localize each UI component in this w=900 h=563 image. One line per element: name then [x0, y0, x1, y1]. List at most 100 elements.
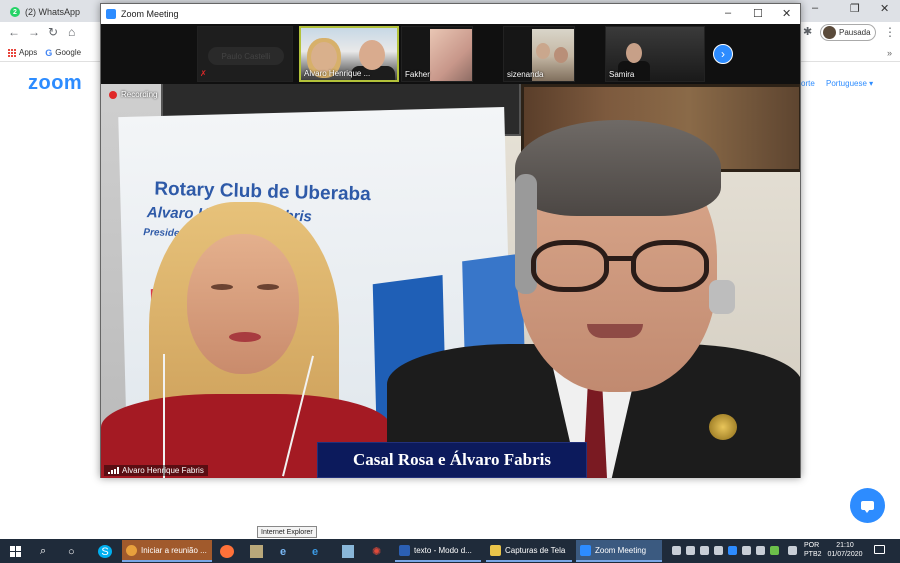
rotary-pin: [709, 414, 737, 440]
active-speaker-name: Alvaro Henrique Fabris: [122, 466, 204, 475]
media-player-icon[interactable]: [250, 545, 263, 558]
participant-video: [311, 42, 337, 72]
reload-icon[interactable]: ↻: [48, 25, 58, 39]
tray-icon[interactable]: [770, 546, 779, 555]
taskbar-app-word[interactable]: texto - Modo d...: [395, 540, 481, 562]
task-view-icon[interactable]: ○: [68, 545, 75, 558]
tray-icon[interactable]: [700, 546, 709, 555]
zoom-minimize-button[interactable]: –: [725, 7, 731, 19]
taskbar-app-label: Zoom Meeting: [595, 545, 647, 555]
taskbar-app-label: Capturas de Tela: [505, 545, 566, 555]
zoom-tray-icon[interactable]: [728, 546, 737, 555]
taskbar-app-zoom[interactable]: Zoom Meeting: [576, 540, 662, 562]
tray-icon[interactable]: [672, 546, 681, 555]
bookmark-google[interactable]: G Google: [45, 48, 81, 58]
active-speaker-video[interactable]: Rotary Club de Uberaba Alvaro Henrique F…: [101, 84, 800, 478]
back-icon[interactable]: ←: [8, 25, 20, 39]
person-woman-face: [187, 234, 299, 374]
firefox-icon[interactable]: [220, 545, 234, 558]
participant-video: [554, 47, 568, 63]
skype-icon[interactable]: S: [98, 545, 112, 558]
chat-bubble-icon: [861, 501, 874, 513]
participant-name: Alvaro Henrique ...: [304, 69, 371, 78]
browser-close-button[interactable]: ✕: [880, 2, 889, 15]
keyboard-layout: PTB2: [804, 551, 822, 558]
clock-time: 21:10: [836, 542, 854, 549]
zoom-app-icon: [580, 544, 591, 556]
glasses: [631, 240, 709, 292]
recording-label: Recording: [121, 90, 158, 99]
headset: [709, 280, 735, 314]
participant-video: [626, 43, 642, 63]
participant-name: sizenanda: [507, 70, 544, 79]
tray-icon[interactable]: [742, 546, 751, 555]
participant-name-placeholder: Paulo Castelli: [208, 47, 284, 65]
app-icon[interactable]: [342, 545, 354, 558]
input-language[interactable]: POR PTB2: [804, 541, 822, 559]
zoom-titlebar: Zoom Meeting – ☐ ✕: [101, 4, 800, 24]
bookmark-label: Google: [55, 48, 82, 57]
taskbar-tooltip: Internet Explorer: [257, 526, 317, 538]
home-icon[interactable]: ⌂: [68, 25, 75, 39]
person-man-hair: [515, 120, 721, 216]
bookmarks-overflow-button[interactable]: »: [887, 48, 892, 58]
taskbar-clock[interactable]: 21:10 01/07/2020: [825, 541, 865, 559]
apps-grid-icon: [8, 48, 16, 57]
desktop: 2 (2) WhatsApp – ❐ ✕ ← → ↻ ⌂ ✱ Pausada ⋮…: [0, 0, 900, 563]
browser-menu-icon[interactable]: ⋮: [884, 25, 896, 39]
bookmark-apps[interactable]: Apps: [8, 48, 37, 57]
recording-dot-icon: [109, 90, 117, 99]
edge-icon[interactable]: e: [312, 545, 318, 558]
extensions-icon[interactable]: ✱: [803, 25, 812, 38]
gallery-next-button[interactable]: ›: [713, 44, 733, 64]
tray-icon[interactable]: [756, 546, 765, 555]
app-icon[interactable]: ✺: [372, 545, 381, 558]
participant-tile[interactable]: Paulo Castelli ✗: [197, 26, 293, 82]
glasses: [531, 240, 609, 292]
zoom-close-button[interactable]: ✕: [782, 7, 791, 20]
chat-button[interactable]: [850, 488, 885, 523]
avatar: [823, 26, 836, 39]
tray-icon[interactable]: [686, 546, 695, 555]
person-woman-lips: [229, 332, 261, 342]
language-selector[interactable]: Portuguese ▾: [826, 79, 873, 88]
participant-name: Samira: [609, 70, 635, 79]
profile-status: Pausada: [839, 28, 871, 37]
participant-tile-active[interactable]: Alvaro Henrique ...: [299, 26, 399, 82]
participant-tile[interactable]: sizenanda: [503, 26, 575, 82]
zoom-meeting-window: Zoom Meeting – ☐ ✕ Paulo Castelli ✗ Alva…: [100, 3, 801, 478]
participant-tile[interactable]: Fakher: [401, 26, 473, 82]
tray-icon[interactable]: [714, 546, 723, 555]
browser-tab-title: (2) WhatsApp: [25, 7, 81, 17]
active-speaker-label: Alvaro Henrique Fabris: [104, 465, 208, 476]
muted-mic-icon: ✗: [200, 69, 207, 78]
taskbar-app-label: texto - Modo d...: [414, 545, 472, 555]
profile-button[interactable]: Pausada: [820, 24, 876, 41]
search-icon[interactable]: ⌕: [40, 545, 46, 558]
chrome-icon: [126, 544, 137, 556]
zoom-maximize-button[interactable]: ☐: [753, 7, 763, 20]
forward-icon[interactable]: →: [28, 25, 40, 39]
internet-explorer-icon[interactable]: e: [280, 545, 286, 558]
notifications-icon[interactable]: [874, 545, 885, 554]
participant-name: Fakher: [405, 70, 430, 79]
zoom-logo[interactable]: zoom: [28, 72, 82, 95]
folder-icon: [490, 544, 501, 556]
support-link[interactable]: orte: [801, 79, 815, 88]
participant-video: [536, 43, 550, 59]
browser-tab-whatsapp[interactable]: 2 (2) WhatsApp: [6, 2, 96, 22]
taskbar-app-chrome[interactable]: Iniciar a reunião ...: [122, 540, 212, 562]
windows-icon: [10, 546, 21, 557]
taskbar-app-label: Iniciar a reunião ...: [141, 545, 207, 555]
signal-strength-icon: [108, 467, 119, 474]
participant-tile[interactable]: Samira: [605, 26, 705, 82]
start-button[interactable]: [10, 545, 21, 558]
browser-minimize-button[interactable]: –: [812, 2, 818, 14]
gallery-strip: Paulo Castelli ✗ Alvaro Henrique ... Fak…: [101, 24, 800, 84]
participant-video: [359, 40, 385, 70]
taskbar-app-explorer[interactable]: Capturas de Tela: [486, 540, 572, 562]
volume-icon[interactable]: [788, 546, 797, 555]
language-code: POR: [804, 542, 820, 549]
browser-restore-button[interactable]: ❐: [850, 2, 860, 15]
recording-indicator[interactable]: Recording: [109, 90, 157, 99]
